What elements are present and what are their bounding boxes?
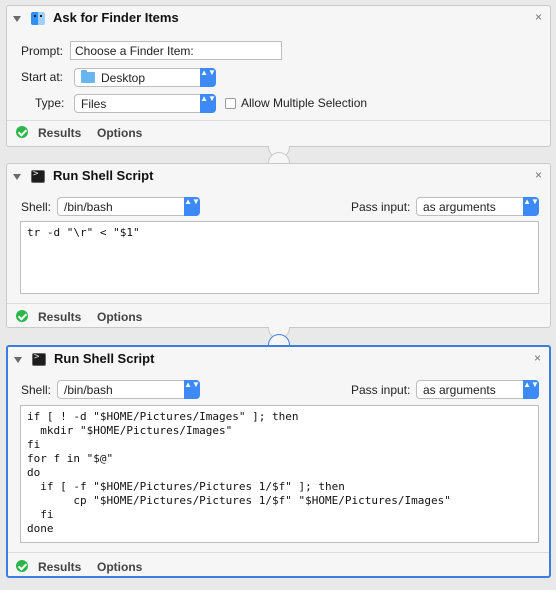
prompt-label: Prompt: xyxy=(21,44,64,58)
footer-divider xyxy=(7,303,550,304)
action-header[interactable]: Run Shell Script × xyxy=(8,347,549,375)
results-button[interactable]: Results xyxy=(38,560,81,574)
checkmark-icon xyxy=(16,310,28,322)
checkmark-icon xyxy=(16,126,28,138)
pass-input-popup[interactable]: as arguments ▲▼ xyxy=(416,380,539,399)
allow-multiple-checkbox[interactable] xyxy=(225,98,236,109)
options-button[interactable]: Options xyxy=(97,126,142,140)
script-editor[interactable]: tr -d "\r" < "$1" xyxy=(20,221,539,294)
popup-arrows-icon: ▲▼ xyxy=(184,197,200,216)
close-icon[interactable]: × xyxy=(535,168,542,182)
script-editor[interactable]: if [ ! -d "$HOME/Pictures/Images" ]; the… xyxy=(20,405,539,543)
popup-arrows-icon: ▲▼ xyxy=(200,68,216,87)
action-header[interactable]: Run Shell Script × xyxy=(7,164,550,192)
action-title: Ask for Finder Items xyxy=(53,10,179,25)
results-button[interactable]: Results xyxy=(38,310,81,324)
type-value: Files xyxy=(81,97,107,111)
options-button[interactable]: Options xyxy=(97,560,142,574)
pass-input-popup[interactable]: as arguments ▲▼ xyxy=(416,197,539,216)
popup-arrows-icon: ▲▼ xyxy=(184,380,200,399)
shell-popup[interactable]: /bin/bash ▲▼ xyxy=(57,380,200,399)
action-title: Run Shell Script xyxy=(53,168,154,183)
close-icon[interactable]: × xyxy=(535,10,542,24)
type-popup[interactable]: Files ▲▼ xyxy=(74,94,216,113)
popup-arrows-icon: ▲▼ xyxy=(523,380,539,399)
start-at-value: Desktop xyxy=(101,71,146,85)
disclosure-triangle-icon[interactable] xyxy=(13,16,21,22)
popup-arrows-icon: ▲▼ xyxy=(523,197,539,216)
shell-label: Shell: xyxy=(21,383,52,397)
disclosure-triangle-icon[interactable] xyxy=(14,357,22,363)
pass-input-label: Pass input: xyxy=(351,383,411,397)
action-title: Run Shell Script xyxy=(54,351,155,366)
finder-icon xyxy=(31,12,45,25)
close-icon[interactable]: × xyxy=(534,351,541,365)
terminal-icon xyxy=(31,169,45,183)
shell-popup[interactable]: /bin/bash ▲▼ xyxy=(57,197,200,216)
terminal-icon xyxy=(32,352,46,366)
results-button[interactable]: Results xyxy=(38,126,81,140)
allow-multiple-label[interactable]: Allow Multiple Selection xyxy=(241,96,367,110)
pass-input-label: Pass input: xyxy=(351,200,411,214)
shell-value: /bin/bash xyxy=(64,383,113,397)
shell-label: Shell: xyxy=(21,200,52,214)
action-run-shell-script-2[interactable]: Run Shell Script × Shell: /bin/bash ▲▼ P… xyxy=(6,345,551,578)
folder-icon xyxy=(81,70,95,83)
pass-input-value: as arguments xyxy=(423,200,496,214)
shell-value: /bin/bash xyxy=(64,200,113,214)
footer-divider xyxy=(8,552,549,553)
checkmark-icon xyxy=(16,560,28,572)
popup-arrows-icon: ▲▼ xyxy=(200,94,216,113)
action-header[interactable]: Ask for Finder Items × xyxy=(7,6,550,34)
disclosure-triangle-icon[interactable] xyxy=(13,174,21,180)
type-label: Type: xyxy=(35,96,65,110)
pass-input-value: as arguments xyxy=(423,383,496,397)
prompt-input[interactable]: Choose a Finder Item: xyxy=(70,41,282,60)
action-run-shell-script-1[interactable]: Run Shell Script × Shell: /bin/bash ▲▼ P… xyxy=(6,163,551,328)
start-at-popup[interactable]: Desktop ▲▼ xyxy=(74,68,216,87)
action-ask-for-finder-items[interactable]: Ask for Finder Items × Prompt: Choose a … xyxy=(6,5,551,147)
options-button[interactable]: Options xyxy=(97,310,142,324)
footer-divider xyxy=(7,120,550,121)
start-at-label: Start at: xyxy=(21,70,64,84)
